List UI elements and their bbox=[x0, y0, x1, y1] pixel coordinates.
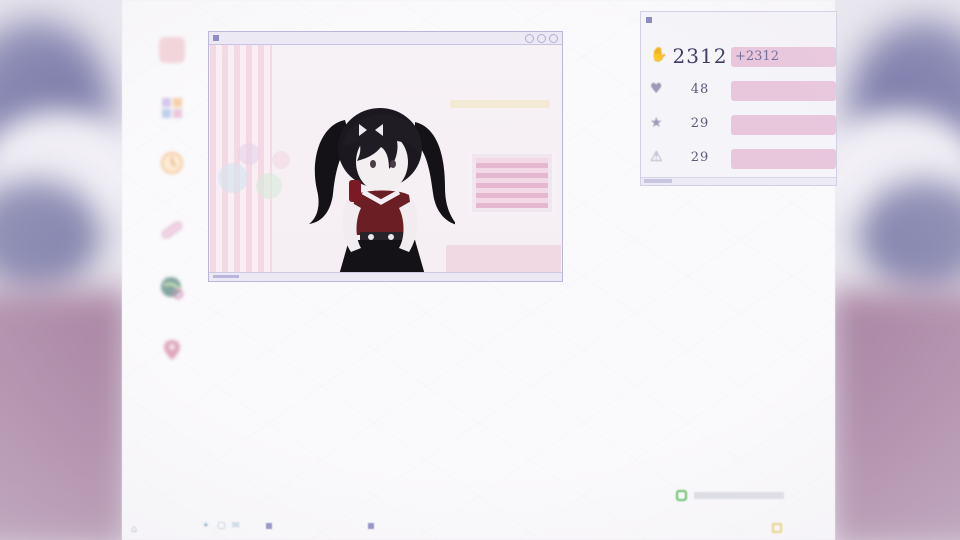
tv-screen bbox=[468, 150, 556, 216]
globe-app-icon[interactable] bbox=[152, 268, 192, 308]
settings-icon[interactable] bbox=[772, 523, 782, 533]
stat-label bbox=[731, 115, 836, 135]
stat-value: 29 bbox=[690, 150, 710, 165]
stream-window-titlebar[interactable] bbox=[209, 32, 562, 45]
stat-label bbox=[731, 81, 836, 101]
background-left-blur bbox=[0, 0, 122, 540]
social-links: ✦ ▢ ✉ bbox=[202, 522, 242, 531]
bandage-app-icon[interactable] bbox=[152, 210, 192, 250]
stats-panel: ✋ 2312 +2312 ♥ 48 ★ 29 ⚠ 29 bbox=[640, 11, 837, 186]
stream-video bbox=[210, 45, 561, 273]
stream-window[interactable] bbox=[208, 31, 563, 282]
stat-row-followers: ✋ 2312 +2312 bbox=[646, 44, 836, 68]
character-avatar bbox=[309, 108, 455, 273]
bird-icon[interactable]: ✦ bbox=[202, 522, 212, 531]
map-pin-app-icon[interactable] bbox=[152, 330, 192, 370]
blank-app-icon[interactable] bbox=[152, 30, 192, 70]
notification-icon bbox=[676, 490, 687, 501]
stat-value: 29 bbox=[690, 116, 710, 131]
camera-icon[interactable]: ▢ bbox=[217, 522, 227, 531]
stat-row-darkness: ⚠ 29 bbox=[646, 146, 836, 170]
taskbar-item-2[interactable] bbox=[368, 522, 379, 530]
maximize-icon[interactable] bbox=[537, 34, 546, 43]
stat-delta: +2312 bbox=[731, 47, 836, 67]
puzzle-app-icon[interactable] bbox=[152, 88, 192, 128]
background-right-blur bbox=[835, 0, 960, 540]
stat-value: 48 bbox=[690, 82, 710, 97]
hand-icon: ✋ bbox=[650, 47, 668, 63]
stat-value: 2312 bbox=[672, 44, 728, 68]
alert-icon: ⚠ bbox=[650, 149, 663, 165]
home-icon[interactable]: ⌂ bbox=[131, 524, 137, 535]
mail-icon[interactable]: ✉ bbox=[232, 522, 242, 531]
clock-app-icon[interactable] bbox=[152, 143, 192, 183]
heart-icon: ♥ bbox=[650, 81, 663, 97]
taskbar-item-1[interactable] bbox=[266, 522, 277, 530]
stat-row-stress: ♥ 48 bbox=[646, 78, 836, 102]
minimize-icon[interactable] bbox=[525, 34, 534, 43]
star-icon: ★ bbox=[650, 115, 663, 131]
stat-label bbox=[731, 149, 836, 169]
close-icon[interactable] bbox=[549, 34, 558, 43]
stat-row-affection: ★ 29 bbox=[646, 112, 836, 136]
notification[interactable] bbox=[672, 488, 832, 505]
